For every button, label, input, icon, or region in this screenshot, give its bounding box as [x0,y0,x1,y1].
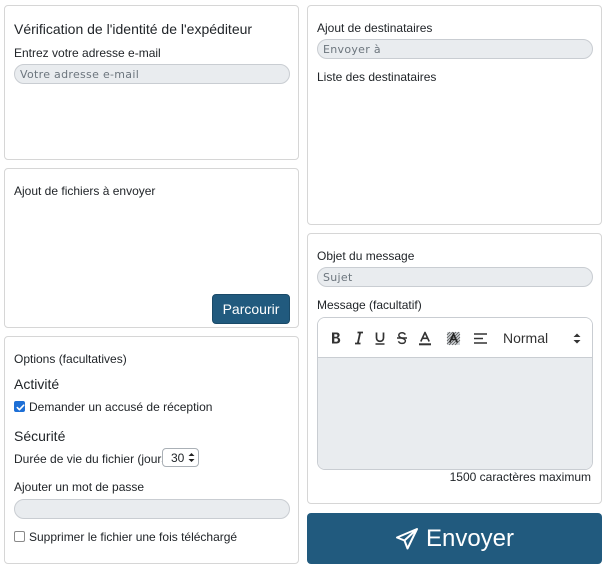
lifetime-select[interactable]: 30 [162,448,199,467]
underline-icon[interactable] [372,328,388,348]
recipients-list-label: Liste des destinataires [317,70,437,84]
email-input[interactable] [14,64,290,84]
lifetime-label: Durée de vie du fichier (jours) [14,452,172,466]
password-input[interactable] [14,499,290,519]
sender-panel: Vérification de l'identité de l'expédite… [4,5,299,160]
options-title: Options (facultatives) [14,352,127,366]
font-color-icon[interactable] [417,328,433,348]
email-label: Entrez votre adresse e-mail [14,46,161,60]
delete-checkbox[interactable] [14,531,25,542]
files-title: Ajout de fichiers à envoyer [14,184,156,198]
receipt-checkbox[interactable] [14,401,25,412]
activity-heading: Activité [14,376,60,392]
subject-input[interactable] [317,267,593,287]
browse-button[interactable]: Parcourir [212,294,290,324]
message-body-input[interactable] [318,358,592,469]
password-label: Ajouter un mot de passe [14,480,145,494]
message-label: Message (facultatif) [317,298,422,312]
subject-label: Objet du message [317,249,415,263]
delete-label: Supprimer le fichier une fois téléchargé [29,530,238,544]
char-limit-label: 1500 caractères maximum [449,470,591,484]
paper-plane-icon [395,527,418,549]
send-button[interactable]: Envoyer [307,513,602,564]
format-select[interactable]: Normal [503,328,583,348]
receipt-label: Demander un accusé de réception [29,400,213,414]
recipient-input[interactable] [317,39,593,59]
security-heading: Sécurité [14,428,66,444]
bold-icon[interactable] [328,328,344,348]
send-label: Envoyer [425,524,515,552]
italic-icon[interactable] [351,328,367,348]
options-panel: Options (facultatives) Activité Demander… [4,336,299,564]
check-icon [16,404,25,411]
background-color-icon[interactable] [445,328,461,348]
editor-toolbar: Normal [318,318,592,358]
lifetime-value: 30 [171,450,185,465]
recipients-title: Ajout de destinataires [317,21,433,35]
format-value: Normal [503,330,549,346]
recipients-panel: Ajout de destinataires Liste des destina… [307,5,602,225]
strikethrough-icon[interactable] [394,328,410,348]
files-panel: Ajout de fichiers à envoyer Parcourir [4,168,299,328]
align-icon[interactable] [471,328,489,348]
format-arrows-icon [573,333,581,344]
select-arrows-icon [188,453,195,462]
sender-title: Vérification de l'identité de l'expédite… [14,21,253,37]
message-panel: Objet du message Message (facultatif) [307,233,602,504]
message-editor: Normal [317,317,593,470]
